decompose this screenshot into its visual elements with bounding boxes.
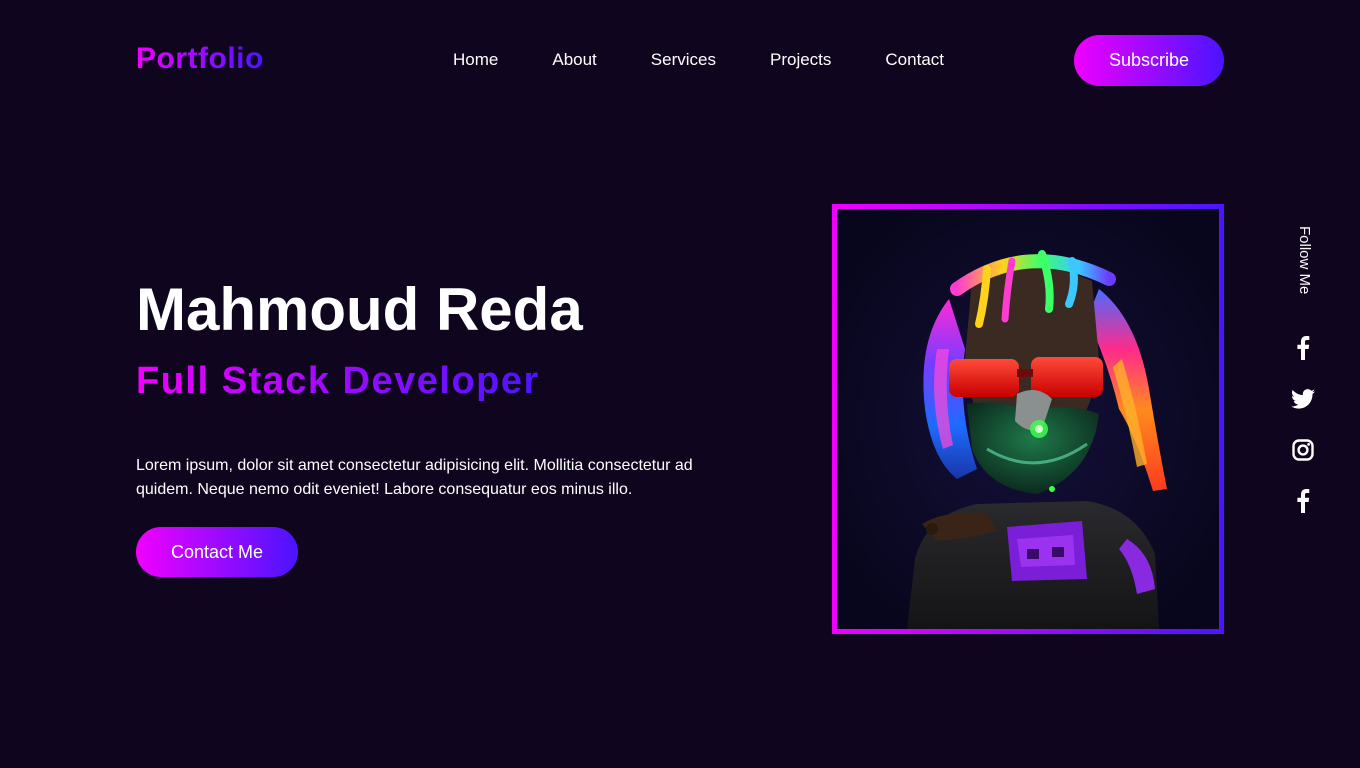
avatar-illustration — [837, 209, 1219, 629]
facebook-icon[interactable] — [1290, 488, 1316, 514]
instagram-icon[interactable] — [1290, 437, 1316, 463]
nav-home[interactable]: Home — [453, 48, 498, 72]
hero-description: Lorem ipsum, dolor sit amet consectetur … — [136, 457, 693, 498]
main-nav: Home About Services Projects Contact — [453, 48, 944, 72]
nav-contact[interactable]: Contact — [885, 48, 944, 72]
nav-projects[interactable]: Projects — [770, 48, 831, 72]
hero-name: Mahmoud Reda — [136, 276, 583, 343]
follow-me-label: Follow Me — [1292, 226, 1316, 302]
portfolio-page: Portfolio Home About Services Projects C… — [0, 0, 1360, 768]
avatar-frame — [832, 204, 1224, 634]
contact-me-button[interactable]: Contact Me — [136, 527, 298, 577]
nav-services[interactable]: Services — [651, 48, 716, 72]
subscribe-button[interactable]: Subscribe — [1074, 35, 1224, 86]
nav-about[interactable]: About — [552, 48, 596, 72]
logo[interactable]: Portfolio — [136, 40, 264, 78]
avatar-image — [837, 209, 1219, 629]
follow-me-text: Follow Me — [1296, 226, 1313, 295]
facebook-icon[interactable] — [1290, 335, 1316, 361]
twitter-icon[interactable] — [1290, 386, 1316, 412]
hero-role: Full Stack Developer — [136, 360, 540, 402]
